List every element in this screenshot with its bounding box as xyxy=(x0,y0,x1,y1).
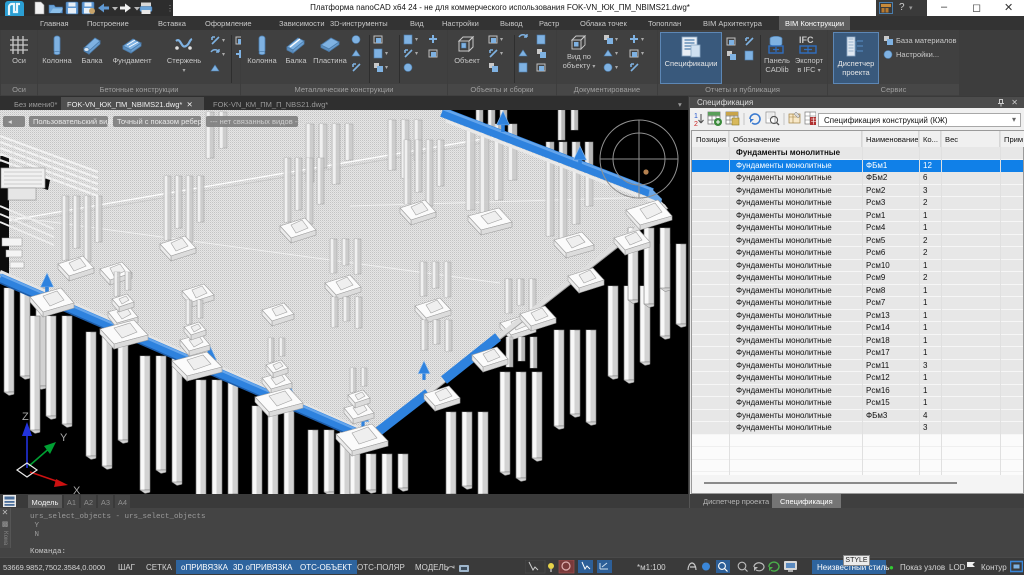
svg-text:X: X xyxy=(73,485,81,494)
svg-text:Z: Z xyxy=(22,411,29,423)
svg-text:2: 2 xyxy=(694,121,698,127)
svg-text:Пользовательский вид: Пользовательский вид xyxy=(33,117,112,126)
svg-text:Точный с показом ребер: Точный с показом ребер xyxy=(117,117,202,126)
svg-text:◂: ◂ xyxy=(8,117,12,126)
svg-text:IFC: IFC xyxy=(799,35,814,45)
svg-text:--- нет связанных видов ---: --- нет связанных видов --- xyxy=(210,117,303,126)
svg-text:Y: Y xyxy=(60,432,68,444)
svg-text:1: 1 xyxy=(694,113,698,120)
